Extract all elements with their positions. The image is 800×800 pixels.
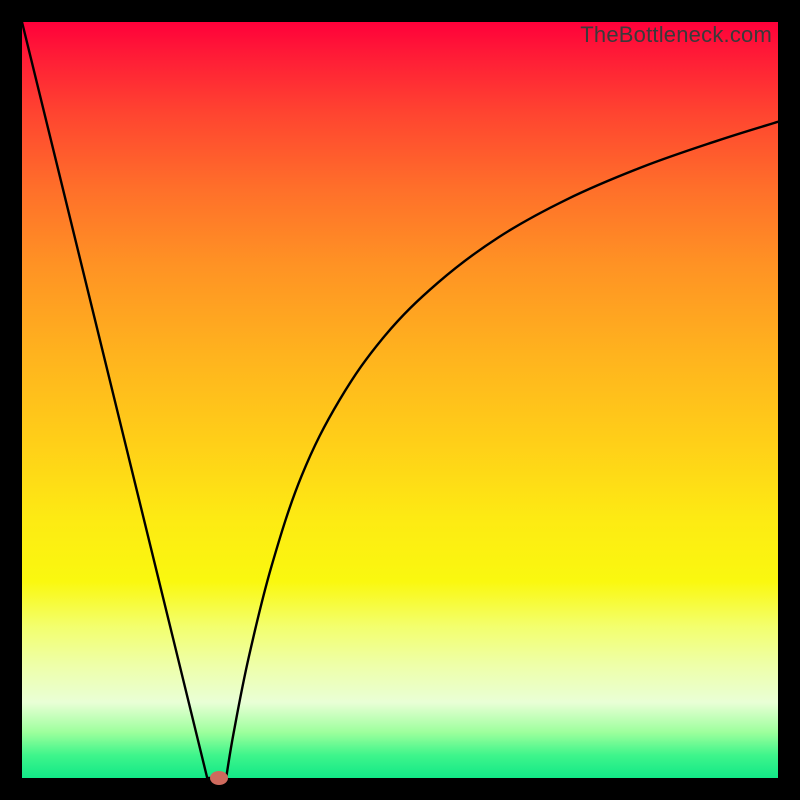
chart-frame: TheBottleneck.com [22, 22, 778, 778]
minimum-marker-dot [210, 771, 228, 785]
bottleneck-curve [22, 22, 778, 778]
